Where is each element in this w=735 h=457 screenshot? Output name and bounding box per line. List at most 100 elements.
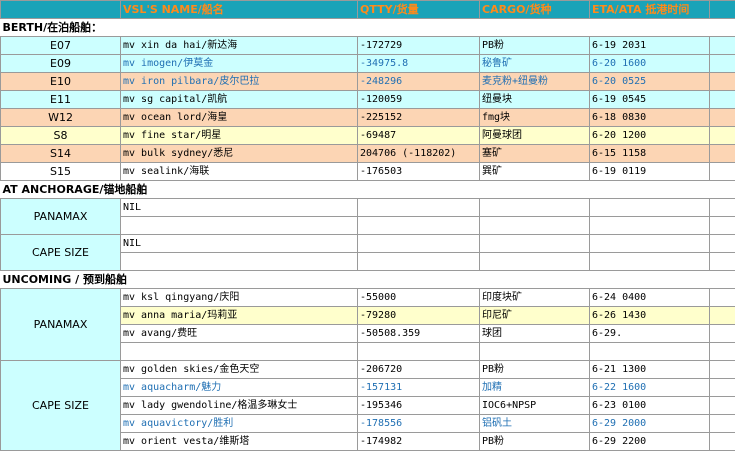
cargo-cell: IOC6+NPSP xyxy=(479,396,590,415)
qtty-cell: -79280 xyxy=(357,306,480,325)
qtty-cell: -225152 xyxy=(357,108,480,127)
table-row: E11 mv sg capital/凯航 -120059 纽曼块 6-19 05… xyxy=(0,90,735,109)
vessel-cell: mv ksl qingyang/庆阳 xyxy=(120,288,358,307)
vessel-cell: mv avang/费旺 xyxy=(120,324,358,343)
qtty-cell: -206720 xyxy=(357,360,480,379)
empty-cell xyxy=(589,198,710,217)
section-upcoming-title: UNCOMING / 预到船舶 xyxy=(0,270,735,289)
empty-cell xyxy=(589,234,710,253)
qtty-cell: -172729 xyxy=(357,36,480,55)
table-row: PANAMAX mv ksl qingyang/庆阳 -55000 印度块矿 6… xyxy=(0,288,735,361)
table-row: S15 mv sealink/海联 -176503 巽矿 6-19 0119 xyxy=(0,162,735,181)
eta-cell: 6-29 2000 xyxy=(589,414,710,433)
vessel-cell: mv lady gwendoline/格温多琳女士 xyxy=(120,396,358,415)
vessel-cell: mv imogen/伊莫金 xyxy=(120,54,358,73)
eta-cell: 6-19 0545 xyxy=(589,90,710,109)
section-berth-title: BERTH/在泊船舶： xyxy=(0,18,735,37)
berth-cell: E07 xyxy=(0,36,121,55)
vessel-cell: mv xin da hai/新达海 xyxy=(120,36,358,55)
qtty-cell: 204706 (-118202) xyxy=(357,144,480,163)
table-row: S8 mv fine star/明星 -69487 阿曼球团 6-20 1200 xyxy=(0,126,735,145)
end-cell xyxy=(709,414,735,433)
header-row: VSL'S NAME/船名 QTTY/货量 CARGO/货种 ETA/ATA 抵… xyxy=(0,0,735,19)
end-cell xyxy=(709,342,735,361)
upcoming-panamax-label: PANAMAX xyxy=(0,288,121,361)
vessel-cell: mv sealink/海联 xyxy=(120,162,358,181)
cargo-cell: 铝矾土 xyxy=(479,414,590,433)
cargo-cell: 印尼矿 xyxy=(479,306,590,325)
vessel-schedule-table: VSL'S NAME/船名 QTTY/货量 CARGO/货种 ETA/ATA 抵… xyxy=(0,0,735,451)
qtty-cell: -176503 xyxy=(357,162,480,181)
end-cell xyxy=(709,252,735,271)
end-cell xyxy=(709,126,735,145)
empty-cell xyxy=(589,342,710,361)
empty-cell xyxy=(120,252,358,271)
vessel-cell: mv golden skies/金色天空 xyxy=(120,360,358,379)
end-cell xyxy=(709,324,735,343)
table-row: E10 mv iron pilbara/皮尔巴拉 -248296 麦克粉+纽曼粉… xyxy=(0,72,735,91)
berth-cell: S8 xyxy=(0,126,121,145)
section-upcoming-row: UNCOMING / 预到船舶 xyxy=(0,270,735,289)
anchorage-cape-row: CAPE SIZE NIL xyxy=(0,234,735,271)
header-vessel: VSL'S NAME/船名 xyxy=(120,0,358,19)
section-anchorage-title: AT ANCHORAGE/锚地船舶 xyxy=(0,180,735,199)
qtty-cell: -178556 xyxy=(357,414,480,433)
berth-cell: E09 xyxy=(0,54,121,73)
upcoming-cape-label: CAPE SIZE xyxy=(0,360,121,451)
cargo-cell: PB粉 xyxy=(479,360,590,379)
end-cell xyxy=(709,198,735,217)
vessel-cell: mv bulk sydney/悉尼 xyxy=(120,144,358,163)
vessel-cell: mv aquacharm/魅力 xyxy=(120,378,358,397)
section-anchorage-row: AT ANCHORAGE/锚地船舶 xyxy=(0,180,735,199)
eta-cell: 6-20 1200 xyxy=(589,126,710,145)
eta-cell: 6-24 0400 xyxy=(589,288,710,307)
anchorage-cape-label: CAPE SIZE xyxy=(0,234,121,271)
qtty-cell: -248296 xyxy=(357,72,480,91)
eta-cell: 6-15 1158 xyxy=(589,144,710,163)
empty-cell xyxy=(357,234,480,253)
vessel-cell: mv orient vesta/维斯塔 xyxy=(120,432,358,451)
berth-cell: W12 xyxy=(0,108,121,127)
anchorage-panamax-label: PANAMAX xyxy=(0,198,121,235)
cargo-cell: 麦克粉+纽曼粉 xyxy=(479,72,590,91)
eta-cell: 6-29. xyxy=(589,324,710,343)
header-eta: ETA/ATA 抵港时间 xyxy=(589,0,710,19)
anchorage-cape-value: NIL xyxy=(120,234,358,253)
empty-cell xyxy=(357,252,480,271)
berth-cell: S14 xyxy=(0,144,121,163)
berth-cell: E11 xyxy=(0,90,121,109)
eta-cell: 6-26 1430 xyxy=(589,306,710,325)
end-cell xyxy=(709,36,735,55)
end-cell xyxy=(709,108,735,127)
empty-cell xyxy=(589,252,710,271)
header-cargo: CARGO/货种 xyxy=(479,0,590,19)
vessel-cell: mv fine star/明星 xyxy=(120,126,358,145)
cargo-cell: 纽曼块 xyxy=(479,90,590,109)
empty-cell xyxy=(479,252,590,271)
eta-cell: 6-22 1600 xyxy=(589,378,710,397)
eta-cell: 6-19 2031 xyxy=(589,36,710,55)
vessel-cell: mv sg capital/凯航 xyxy=(120,90,358,109)
eta-cell: 6-18 0830 xyxy=(589,108,710,127)
eta-cell: 6-20 0525 xyxy=(589,72,710,91)
empty-cell xyxy=(120,342,358,361)
eta-cell: 6-21 1300 xyxy=(589,360,710,379)
end-cell xyxy=(709,216,735,235)
cargo-cell: 巽矿 xyxy=(479,162,590,181)
vessel-cell: mv aquavictory/胜利 xyxy=(120,414,358,433)
end-cell xyxy=(709,72,735,91)
qtty-cell: -69487 xyxy=(357,126,480,145)
empty-cell xyxy=(357,342,480,361)
table-row: S14 mv bulk sydney/悉尼 204706 (-118202) 塞… xyxy=(0,144,735,163)
qtty-cell: -55000 xyxy=(357,288,480,307)
qtty-cell: -195346 xyxy=(357,396,480,415)
empty-cell xyxy=(357,198,480,217)
end-cell xyxy=(709,306,735,325)
empty-cell xyxy=(479,198,590,217)
cargo-cell: 秘鲁矿 xyxy=(479,54,590,73)
end-cell xyxy=(709,396,735,415)
end-cell xyxy=(709,288,735,307)
header-blank xyxy=(0,0,121,19)
cargo-cell: 印度块矿 xyxy=(479,288,590,307)
empty-cell xyxy=(589,216,710,235)
